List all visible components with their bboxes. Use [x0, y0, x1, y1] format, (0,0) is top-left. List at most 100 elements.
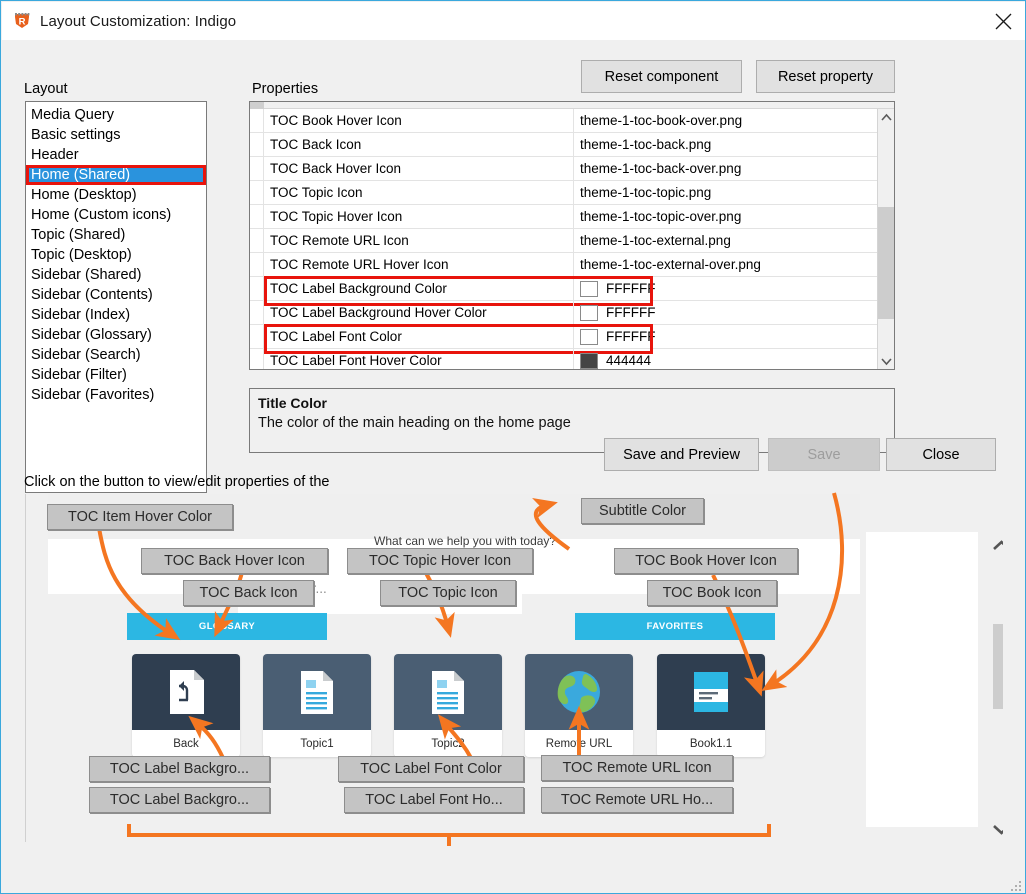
layout-list-item[interactable]: Topic (Desktop)	[26, 245, 206, 265]
callout-subtitle-color[interactable]: Subtitle Color	[581, 498, 704, 524]
callout-toc-label-background-color[interactable]: TOC Label Backgro...	[89, 756, 270, 782]
property-row-gutter	[250, 133, 264, 156]
property-row[interactable]: TOC Label Font Hover Color 444444	[250, 349, 879, 369]
property-value-cell[interactable]: theme-1-toc-external-over.png	[574, 253, 879, 276]
callout-toc-item-hover-color[interactable]: TOC Item Hover Color	[47, 504, 233, 530]
preview-tile-topic2[interactable]: Topic2	[394, 654, 502, 757]
property-name: TOC Back Hover Icon	[264, 157, 574, 180]
property-row[interactable]: TOC Book Hover Icon theme-1-toc-book-over…	[250, 109, 879, 133]
window-title: Layout Customization: Indigo	[40, 12, 237, 30]
callout-toc-back-hover-icon[interactable]: TOC Back Hover Icon	[141, 548, 328, 574]
property-row[interactable]: TOC Topic Icon theme-1-toc-topic.png	[250, 181, 879, 205]
properties-scrollbar-thumb[interactable]	[878, 207, 894, 319]
property-name: TOC Remote URL Hover Icon	[264, 253, 574, 276]
properties-scrollbar[interactable]	[877, 109, 894, 369]
layout-list-item[interactable]: Topic (Shared)	[26, 225, 206, 245]
callout-toc-label-font-color[interactable]: TOC Label Font Color	[338, 756, 524, 782]
layout-list-item[interactable]: Sidebar (Search)	[26, 345, 206, 365]
color-swatch[interactable]	[580, 280, 598, 297]
property-value-cell[interactable]: theme-1-toc-topic-over.png	[574, 205, 879, 228]
property-value-cell[interactable]: 444444	[574, 349, 879, 369]
chevron-up-icon[interactable]	[988, 532, 1003, 558]
property-value-cell[interactable]: theme-1-toc-back.png	[574, 133, 879, 156]
layout-list-item[interactable]: Media Query	[26, 105, 206, 125]
property-value-cell[interactable]: theme-1-toc-book-over.png	[574, 109, 879, 132]
properties-table-header	[250, 102, 894, 109]
property-row[interactable]: TOC Back Icon theme-1-toc-back.png	[250, 133, 879, 157]
layout-list-item[interactable]: Basic settings	[26, 125, 206, 145]
property-value: theme-1-toc-topic-over.png	[580, 209, 742, 224]
property-row[interactable]: TOC Remote URL Hover Icon theme-1-toc-ext…	[250, 253, 879, 277]
property-row[interactable]: TOC Remote URL Icon theme-1-toc-external.…	[250, 229, 879, 253]
property-value: theme-1-toc-back-over.png	[580, 161, 742, 176]
preview-tile-book[interactable]: Book1.1	[657, 654, 765, 757]
property-value-cell[interactable]: theme-1-toc-topic.png	[574, 181, 879, 204]
property-row[interactable]: TOC Topic Hover Icon theme-1-toc-topic-ov…	[250, 205, 879, 229]
document-icon	[263, 654, 371, 730]
preview-tile-remote-url[interactable]: Remote URL	[525, 654, 633, 757]
properties-header-gutter	[250, 102, 264, 109]
layout-list-item[interactable]: Sidebar (Index)	[26, 305, 206, 325]
chevron-up-icon[interactable]	[878, 109, 894, 126]
property-value-cell[interactable]: theme-1-toc-back-over.png	[574, 157, 879, 180]
property-row-gutter	[250, 301, 264, 324]
property-row[interactable]: TOC Label Background Color FFFFFF	[250, 276, 879, 306]
property-value: theme-1-toc-back.png	[580, 137, 712, 152]
property-row[interactable]: TOC Label Font Color FFFFFF	[250, 324, 879, 354]
callout-toc-label-font-hover-color[interactable]: TOC Label Font Ho...	[344, 787, 524, 813]
preview-tab-favorites[interactable]: FAVORITES	[575, 613, 775, 640]
layout-list-item[interactable]: Home (Shared)	[26, 165, 206, 185]
save-and-preview-button[interactable]: Save and Preview	[604, 438, 759, 471]
property-name: TOC Topic Hover Icon	[264, 205, 574, 228]
property-value-cell[interactable]: FFFFFF	[574, 301, 879, 324]
layout-list-item[interactable]: Sidebar (Favorites)	[26, 385, 206, 405]
preview-tile-topic1[interactable]: Topic1	[263, 654, 371, 757]
color-swatch[interactable]	[580, 352, 598, 369]
reset-property-button[interactable]: Reset property	[756, 60, 895, 93]
preview-scrollbar-thumb[interactable]	[993, 624, 1003, 709]
chevron-down-icon[interactable]	[878, 353, 894, 369]
resize-grip[interactable]	[1010, 879, 1022, 891]
layout-list-item[interactable]: Home (Desktop)	[26, 185, 206, 205]
color-swatch[interactable]	[580, 328, 598, 345]
preview-subtitle: What can we help you with today?	[374, 534, 557, 548]
globe-icon	[525, 654, 633, 730]
properties-table[interactable]: TOC Book Hover Icon theme-1-toc-book-over…	[249, 101, 895, 370]
layout-list-item[interactable]: Sidebar (Shared)	[26, 265, 206, 285]
callout-toc-remote-url-hover-icon[interactable]: TOC Remote URL Ho...	[541, 787, 733, 813]
property-value-cell[interactable]: theme-1-toc-external.png	[574, 229, 879, 252]
color-swatch[interactable]	[580, 304, 598, 321]
layout-list-item[interactable]: Header	[26, 145, 206, 165]
property-name: TOC Label Background Color	[264, 277, 574, 300]
property-value-cell[interactable]: FFFFFF	[574, 325, 879, 348]
preview-tile-back[interactable]: Back	[132, 654, 240, 757]
properties-rows[interactable]: TOC Book Hover Icon theme-1-toc-book-over…	[250, 109, 879, 369]
callout-toc-book-icon[interactable]: TOC Book Icon	[647, 580, 777, 606]
callout-toc-back-icon[interactable]: TOC Back Icon	[183, 580, 314, 606]
property-row[interactable]: TOC Back Hover Icon theme-1-toc-back-over…	[250, 157, 879, 181]
preview-scrollbar[interactable]	[988, 532, 1003, 842]
callout-toc-book-hover-icon[interactable]: TOC Book Hover Icon	[614, 548, 798, 574]
preview-tile-caption: Book1.1	[657, 730, 765, 757]
layout-list-item[interactable]: Sidebar (Filter)	[26, 365, 206, 385]
property-row[interactable]: TOC Label Background Hover Color FFFFFF	[250, 301, 879, 325]
close-button[interactable]: Close	[886, 438, 996, 471]
layout-list-item[interactable]: Sidebar (Contents)	[26, 285, 206, 305]
callout-toc-label-background-hover-color[interactable]: TOC Label Backgro...	[89, 787, 270, 813]
layout-section-label: Layout	[24, 81, 68, 97]
reset-component-button[interactable]: Reset component	[581, 60, 742, 93]
chevron-down-icon[interactable]	[988, 816, 1003, 842]
preview-tab-glossary[interactable]: GLOSSARY	[127, 613, 327, 640]
preview-left-strip	[26, 494, 48, 842]
layout-list-item[interactable]: Sidebar (Glossary)	[26, 325, 206, 345]
layout-list-item[interactable]: Home (Custom icons)	[26, 205, 206, 225]
callout-toc-topic-icon[interactable]: TOC Topic Icon	[380, 580, 516, 606]
property-value: theme-1-toc-topic.png	[580, 185, 712, 200]
property-value-cell[interactable]: FFFFFF	[574, 277, 879, 300]
property-name: TOC Label Font Hover Color	[264, 349, 574, 369]
callout-toc-remote-url-icon[interactable]: TOC Remote URL Icon	[541, 755, 733, 781]
layout-list[interactable]: Media Query Basic settings Header Home (Sha…	[25, 101, 207, 493]
property-row-gutter	[250, 109, 264, 132]
close-icon[interactable]	[980, 2, 1025, 40]
callout-toc-topic-hover-icon[interactable]: TOC Topic Hover Icon	[347, 548, 533, 574]
